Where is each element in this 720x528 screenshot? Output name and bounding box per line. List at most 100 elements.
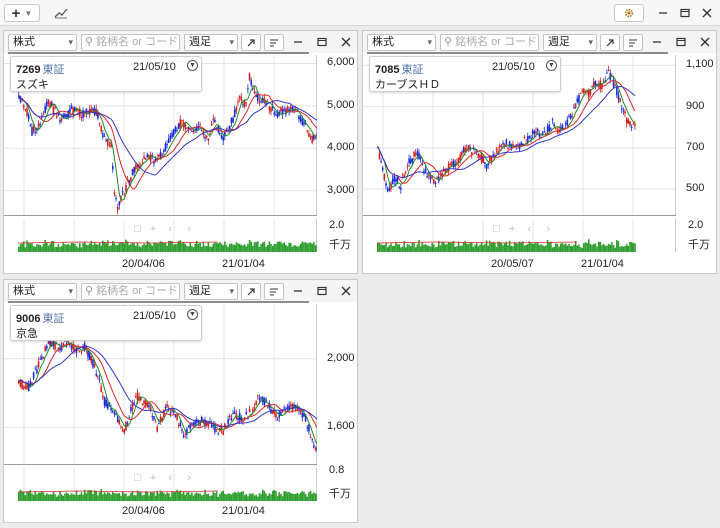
- volume-bar: [227, 246, 229, 252]
- add-chart-button[interactable]: + ▼: [4, 4, 40, 22]
- volume-bar: [143, 494, 145, 501]
- candle-body: [222, 430, 225, 436]
- volume-bar: [396, 244, 399, 252]
- volume-bar: [462, 242, 465, 252]
- candle-body: [100, 126, 103, 132]
- close-icon[interactable]: [338, 34, 354, 50]
- volume-bar: [163, 493, 165, 501]
- chevron-down-icon[interactable]: ▼: [546, 60, 557, 71]
- popout-button[interactable]: [241, 283, 261, 300]
- volume-bar: [494, 243, 496, 252]
- indicator-menu-button[interactable]: [264, 34, 284, 51]
- candle-body: [528, 136, 531, 139]
- market-select[interactable]: 株式 ▾: [367, 34, 436, 51]
- volume-bar: [179, 490, 182, 501]
- candle-body: [39, 124, 42, 126]
- volume-bar: [409, 246, 412, 252]
- close-icon[interactable]: [338, 283, 354, 299]
- candle-body: [70, 345, 73, 349]
- candle-body: [133, 167, 135, 173]
- indicator-menu-button[interactable]: [623, 34, 643, 51]
- volume-bar: [424, 244, 427, 252]
- volume-bar: [263, 241, 266, 252]
- minimize-icon[interactable]: [290, 283, 306, 299]
- volume-zoom-controls[interactable]: □ + ‹ ›: [493, 223, 550, 235]
- stock-name: カーブスＨＤ: [375, 79, 441, 91]
- minimize-icon[interactable]: [649, 34, 665, 50]
- volume-bar: [232, 244, 234, 252]
- volume-bar: [576, 245, 579, 252]
- stock-info-card[interactable]: 9006 東証 21/05/10 ▼ 京急: [10, 305, 202, 341]
- volume-bar: [75, 246, 78, 252]
- candle-body: [209, 132, 211, 134]
- popout-button[interactable]: [600, 34, 620, 51]
- maximize-icon[interactable]: [314, 283, 330, 299]
- volume-bar: [105, 494, 107, 501]
- maximize-icon[interactable]: [673, 34, 689, 50]
- market-label: 東証: [401, 64, 424, 76]
- maximize-icon[interactable]: [314, 34, 330, 50]
- candle-body: [22, 387, 25, 389]
- candle-body: [164, 143, 167, 151]
- volume-bar: [158, 242, 160, 252]
- volume-bar: [466, 243, 468, 252]
- candle-body: [495, 149, 498, 151]
- candle-body: [299, 117, 302, 121]
- stock-info-card[interactable]: 7269 東証 21/05/10 ▼ スズキ: [10, 56, 202, 92]
- price-axis: 1,100 900 700 500: [686, 55, 716, 216]
- candle-body: [569, 114, 572, 120]
- symbol-search-input[interactable]: ⚲ 銘柄名 or コード: [440, 34, 539, 51]
- period-select[interactable]: 週足 ▾: [184, 34, 238, 51]
- period-select[interactable]: 週足 ▾: [543, 34, 597, 51]
- price-tick-label: 500: [686, 182, 705, 195]
- candle-body: [301, 119, 304, 125]
- candle-body: [159, 416, 162, 422]
- candle-body: [566, 119, 569, 126]
- close-icon[interactable]: [698, 4, 716, 22]
- gear-icon[interactable]: [614, 4, 644, 22]
- candle-body: [426, 176, 429, 178]
- market-select[interactable]: 株式 ▾: [8, 283, 77, 300]
- volume-bar: [194, 493, 196, 501]
- candle-body: [381, 167, 384, 171]
- popout-button[interactable]: [241, 34, 261, 51]
- minimize-icon[interactable]: [654, 4, 672, 22]
- symbol-search-input[interactable]: ⚲ 銘柄名 or コード: [81, 34, 180, 51]
- volume-bar: [44, 495, 46, 501]
- minimize-icon[interactable]: [290, 34, 306, 50]
- candle-body: [205, 135, 208, 138]
- stock-info-card[interactable]: 7085 東証 21/05/10 ▼ カーブスＨＤ: [369, 56, 561, 92]
- volume-bar: [88, 243, 91, 252]
- chevron-down-icon[interactable]: ▼: [187, 60, 198, 71]
- candle-body: [19, 380, 22, 387]
- candle-body: [46, 345, 48, 349]
- volume-bar: [594, 243, 597, 252]
- volume-bar: [82, 494, 84, 501]
- volume-zoom-controls[interactable]: □ + ‹ ›: [134, 472, 191, 484]
- volume-bar: [437, 240, 440, 252]
- candle-body: [158, 154, 160, 157]
- symbol-search-input[interactable]: ⚲ 銘柄名 or コード: [81, 283, 180, 300]
- period-select[interactable]: 週足 ▾: [184, 283, 238, 300]
- volume-bar: [186, 245, 188, 252]
- indicator-menu-button[interactable]: [264, 283, 284, 300]
- close-icon[interactable]: [697, 34, 713, 50]
- volume-bar: [247, 243, 249, 252]
- candle-body: [135, 164, 137, 170]
- candle-body: [135, 395, 137, 397]
- maximize-icon[interactable]: [676, 4, 694, 22]
- chevron-down-icon[interactable]: ▼: [187, 309, 198, 320]
- volume-bar: [172, 244, 175, 252]
- date-axis: 20/04/06 21/01/04: [4, 258, 317, 273]
- candle-body: [624, 111, 626, 114]
- trend-line-icon[interactable]: [50, 4, 72, 22]
- volume-bar: [87, 245, 89, 252]
- volume-bar: [620, 246, 623, 252]
- volume-bar: [408, 244, 410, 252]
- volume-bar: [108, 245, 111, 252]
- volume-bar: [535, 242, 537, 252]
- volume-zoom-controls[interactable]: □ + ‹ ›: [134, 223, 191, 235]
- volume-bar: [212, 243, 215, 252]
- volume-bar: [472, 246, 475, 252]
- market-select[interactable]: 株式 ▾: [8, 34, 77, 51]
